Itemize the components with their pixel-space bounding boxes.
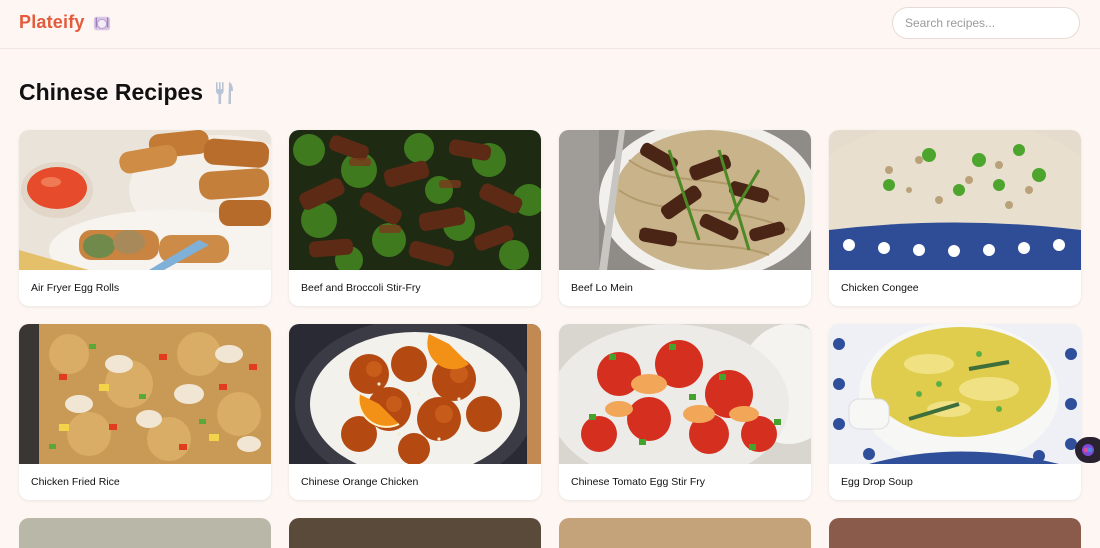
recipe-name[interactable]: Chicken Congee — [829, 270, 1081, 306]
plate-icon — [93, 16, 110, 30]
recipe-name[interactable]: Chinese Orange Chicken — [289, 464, 541, 500]
recipe-name[interactable]: Chicken Fried Rice — [19, 464, 271, 500]
recipe-card[interactable] — [289, 518, 541, 548]
recipe-image[interactable] — [289, 324, 541, 464]
recipe-image[interactable] — [19, 324, 271, 464]
recipe-name[interactable]: Chinese Tomato Egg Stir Fry — [559, 464, 811, 500]
recipe-card[interactable]: Air Fryer Egg Rolls — [19, 130, 271, 306]
recipe-name[interactable]: Egg Drop Soup — [829, 464, 1081, 500]
utensils-icon — [216, 81, 234, 104]
recipe-name[interactable]: Air Fryer Egg Rolls — [19, 270, 271, 306]
page-header: Chinese Recipes — [19, 79, 235, 106]
recipe-image[interactable] — [559, 324, 811, 464]
recipe-card[interactable] — [829, 518, 1081, 548]
recipe-card[interactable]: Chinese Orange Chicken — [289, 324, 541, 500]
recipe-card[interactable] — [19, 518, 271, 548]
recipe-card[interactable]: Egg Drop Soup — [829, 324, 1081, 500]
search-input[interactable] — [892, 7, 1080, 39]
recipe-card[interactable]: Chinese Tomato Egg Stir Fry — [559, 324, 811, 500]
recipe-image[interactable] — [829, 324, 1081, 464]
recipe-name[interactable]: Beef Lo Mein — [559, 270, 811, 306]
recipe-grid: Air Fryer Egg Rolls Beef and Broccoli St… — [19, 130, 1081, 500]
recipe-image[interactable] — [829, 130, 1081, 270]
recipe-card[interactable]: Chicken Fried Rice — [19, 324, 271, 500]
brand[interactable]: Plateify — [19, 12, 111, 33]
recipe-image[interactable] — [289, 130, 541, 270]
recipe-grid-next-row — [19, 518, 1081, 548]
top-bar: Plateify — [0, 0, 1100, 49]
assistant-icon — [1082, 444, 1094, 456]
page-title: Chinese Recipes — [19, 79, 204, 105]
recipe-image[interactable] — [19, 130, 271, 270]
recipe-image[interactable] — [559, 130, 811, 270]
recipe-card[interactable]: Beef and Broccoli Stir-Fry — [289, 130, 541, 306]
recipe-name[interactable]: Beef and Broccoli Stir-Fry — [289, 270, 541, 306]
recipe-card[interactable] — [559, 518, 811, 548]
brand-name[interactable]: Plateify — [19, 12, 85, 33]
recipe-card[interactable]: Beef Lo Mein — [559, 130, 811, 306]
recipe-card[interactable]: Chicken Congee — [829, 130, 1081, 306]
assistant-widget[interactable] — [1075, 437, 1100, 463]
